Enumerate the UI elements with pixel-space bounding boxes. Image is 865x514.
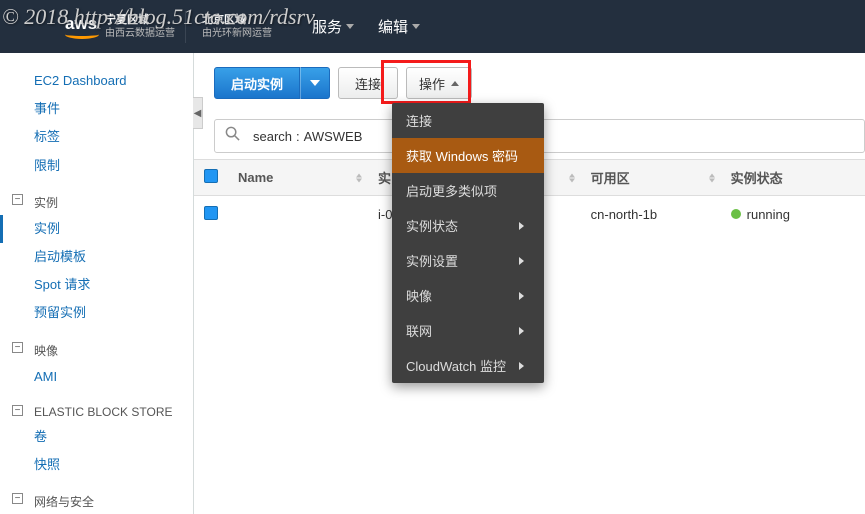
actions-dropdown-menu: 连接 获取 Windows 密码 启动更多类似项 实例状态 实例设置 映像 联网… <box>392 103 544 383</box>
sidebar-item-ami[interactable]: AMI <box>0 363 193 391</box>
caret-down-icon <box>346 24 354 29</box>
caret-down-icon <box>310 80 320 86</box>
submenu-arrow-icon <box>519 327 524 335</box>
submenu-arrow-icon <box>519 362 524 370</box>
sidebar: EC2 Dashboard 事件 标签 限制 −实例 实例 启动模板 Spot … <box>0 53 194 514</box>
sidebar-item-snapshots[interactable]: 快照 <box>0 451 193 479</box>
column-state[interactable]: 实例状态 <box>721 160 865 196</box>
checkbox-icon[interactable] <box>204 169 218 183</box>
collapse-toggle-icon[interactable]: − <box>12 342 23 353</box>
menu-item-launch-more[interactable]: 启动更多类似项 <box>392 173 544 208</box>
sidebar-item-instances[interactable]: 实例 <box>0 215 193 243</box>
sidebar-item-dashboard[interactable]: EC2 Dashboard <box>0 67 193 95</box>
collapse-toggle-icon[interactable]: − <box>12 493 23 504</box>
menu-item-instance-state[interactable]: 实例状态 <box>392 208 544 243</box>
logo-text: aws <box>65 15 99 32</box>
main-content: ◀ 启动实例 连接 操作 search : AWSWEB <box>194 53 865 514</box>
cell-state: running <box>721 196 865 234</box>
caret-down-icon <box>412 24 420 29</box>
menu-item-image[interactable]: 映像 <box>392 278 544 313</box>
toolbar: 启动实例 连接 操作 <box>194 53 865 99</box>
sidebar-group-images: −映像 <box>0 336 193 363</box>
collapse-toggle-icon[interactable]: − <box>12 405 23 416</box>
sidebar-collapse-button[interactable]: ◀ <box>193 97 203 129</box>
collapse-toggle-icon[interactable]: − <box>12 194 23 205</box>
sidebar-group-instances: −实例 <box>0 188 193 215</box>
submenu-arrow-icon <box>519 257 524 265</box>
region-ningxia[interactable]: 宁夏区域 由西云数据运营 <box>105 13 175 40</box>
sidebar-item-spot[interactable]: Spot 请求 <box>0 271 193 299</box>
launch-instance-split-button[interactable] <box>300 67 330 99</box>
nav-edit[interactable]: 编辑 <box>378 16 420 37</box>
sidebar-group-network: −网络与安全 <box>0 487 193 514</box>
column-checkbox[interactable] <box>194 160 228 196</box>
sidebar-item-launch-templates[interactable]: 启动模板 <box>0 243 193 271</box>
top-nav: aws 宁夏区域 由西云数据运营 北京区域 由光环新网运营 服务 编辑 <box>0 0 865 53</box>
cell-availability-zone: cn-north-1b <box>581 196 721 234</box>
caret-up-icon <box>451 81 459 86</box>
menu-item-networking[interactable]: 联网 <box>392 313 544 348</box>
divider <box>185 11 186 43</box>
nav-services[interactable]: 服务 <box>312 16 354 37</box>
search-icon <box>215 126 249 146</box>
sidebar-group-ebs: −ELASTIC BLOCK STORE <box>0 399 193 423</box>
sidebar-item-reserved[interactable]: 预留实例 <box>0 299 193 327</box>
status-running-icon <box>731 209 741 219</box>
sidebar-item-tags[interactable]: 标签 <box>0 123 193 151</box>
region-beijing[interactable]: 北京区域 由光环新网运营 <box>202 13 272 40</box>
menu-item-cloudwatch[interactable]: CloudWatch 监控 <box>392 348 544 383</box>
menu-item-get-windows-password[interactable]: 获取 Windows 密码 <box>392 138 544 173</box>
column-name[interactable]: Name <box>228 160 368 196</box>
row-checkbox[interactable] <box>204 206 218 220</box>
actions-button[interactable]: 操作 <box>406 67 472 99</box>
menu-item-connect[interactable]: 连接 <box>392 103 544 138</box>
submenu-arrow-icon <box>519 292 524 300</box>
sidebar-item-events[interactable]: 事件 <box>0 95 193 123</box>
menu-item-instance-settings[interactable]: 实例设置 <box>392 243 544 278</box>
cell-name <box>228 196 368 234</box>
sidebar-item-limits[interactable]: 限制 <box>0 152 193 180</box>
submenu-arrow-icon <box>519 222 524 230</box>
aws-logo[interactable]: aws <box>65 15 99 39</box>
search-filter-chip[interactable]: search : AWSWEB <box>249 129 366 144</box>
connect-button[interactable]: 连接 <box>338 67 398 99</box>
sidebar-item-volumes[interactable]: 卷 <box>0 423 193 451</box>
column-availability-zone[interactable]: 可用区 <box>581 160 721 196</box>
launch-instance-button[interactable]: 启动实例 <box>214 67 300 99</box>
